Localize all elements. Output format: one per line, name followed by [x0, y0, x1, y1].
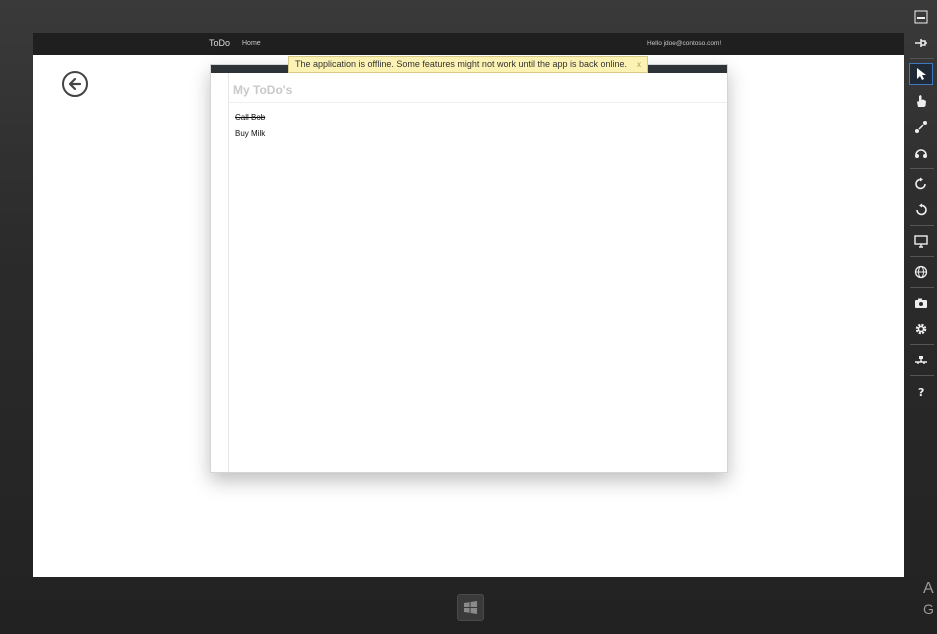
user-greeting: Hello jdoe@contoso.com!	[647, 40, 722, 47]
rotate-counterclockwise-icon	[916, 203, 927, 216]
back-button[interactable]	[62, 71, 88, 97]
todo-item[interactable]: Call Bob	[235, 112, 265, 128]
windows-start-button[interactable]	[457, 594, 484, 621]
minimize-button[interactable]	[909, 6, 933, 28]
page-title: My ToDo's	[233, 83, 293, 97]
svg-text:?: ?	[918, 386, 924, 398]
touch-mode-button[interactable]	[909, 90, 933, 112]
rotate-clockwise-button[interactable]	[909, 173, 933, 195]
nav-home-link[interactable]: Home	[242, 40, 261, 47]
network-icon	[915, 356, 927, 364]
location-button[interactable]	[909, 261, 933, 283]
minimize-icon	[914, 10, 928, 24]
offline-banner: The application is offline. Some feature…	[288, 56, 648, 73]
app-header: ToDo Home Hello jdoe@contoso.com!	[33, 33, 904, 55]
rotate-touch-button[interactable]	[909, 142, 933, 164]
offline-message: The application is offline. Some feature…	[295, 59, 628, 69]
todo-list: Call Bob Buy Milk	[235, 112, 265, 144]
rotate-counterclockwise-button[interactable]	[909, 199, 933, 221]
rotate-clockwise-icon	[915, 177, 926, 190]
hand-icon	[917, 95, 926, 107]
settings-icon	[915, 323, 927, 335]
simulator-toolbar: ?	[906, 0, 937, 634]
todo-window: My ToDo's Call Bob Buy Milk	[210, 64, 728, 473]
network-button[interactable]	[909, 349, 933, 371]
windows-logo-icon	[464, 601, 477, 614]
help-button[interactable]: ?	[909, 380, 933, 402]
divider	[229, 102, 727, 103]
pinch-zoom-button[interactable]	[909, 116, 933, 138]
resolution-icon	[914, 235, 928, 248]
globe-icon	[914, 265, 928, 279]
window-gutter	[228, 73, 229, 472]
banner-close-button[interactable]: x	[637, 57, 641, 72]
simulator-screen: ToDo Home Hello jdoe@contoso.com! My ToD…	[33, 33, 904, 577]
help-icon: ?	[918, 386, 924, 398]
pointer-icon	[917, 68, 926, 80]
settings-button[interactable]	[909, 318, 933, 340]
rotate-touch-icon	[915, 149, 927, 158]
arrow-left-icon	[68, 77, 82, 91]
mouse-mode-button[interactable]	[909, 63, 933, 85]
pin-button[interactable]	[909, 32, 933, 54]
camera-icon	[915, 298, 927, 308]
pin-icon	[915, 39, 927, 47]
screenshot-button[interactable]	[909, 292, 933, 314]
corner-watermark-text: A G	[923, 580, 934, 617]
resolution-button[interactable]	[909, 230, 933, 252]
pinch-zoom-icon	[915, 121, 927, 133]
app-brand[interactable]: ToDo	[209, 38, 230, 48]
todo-item[interactable]: Buy Milk	[235, 128, 265, 144]
